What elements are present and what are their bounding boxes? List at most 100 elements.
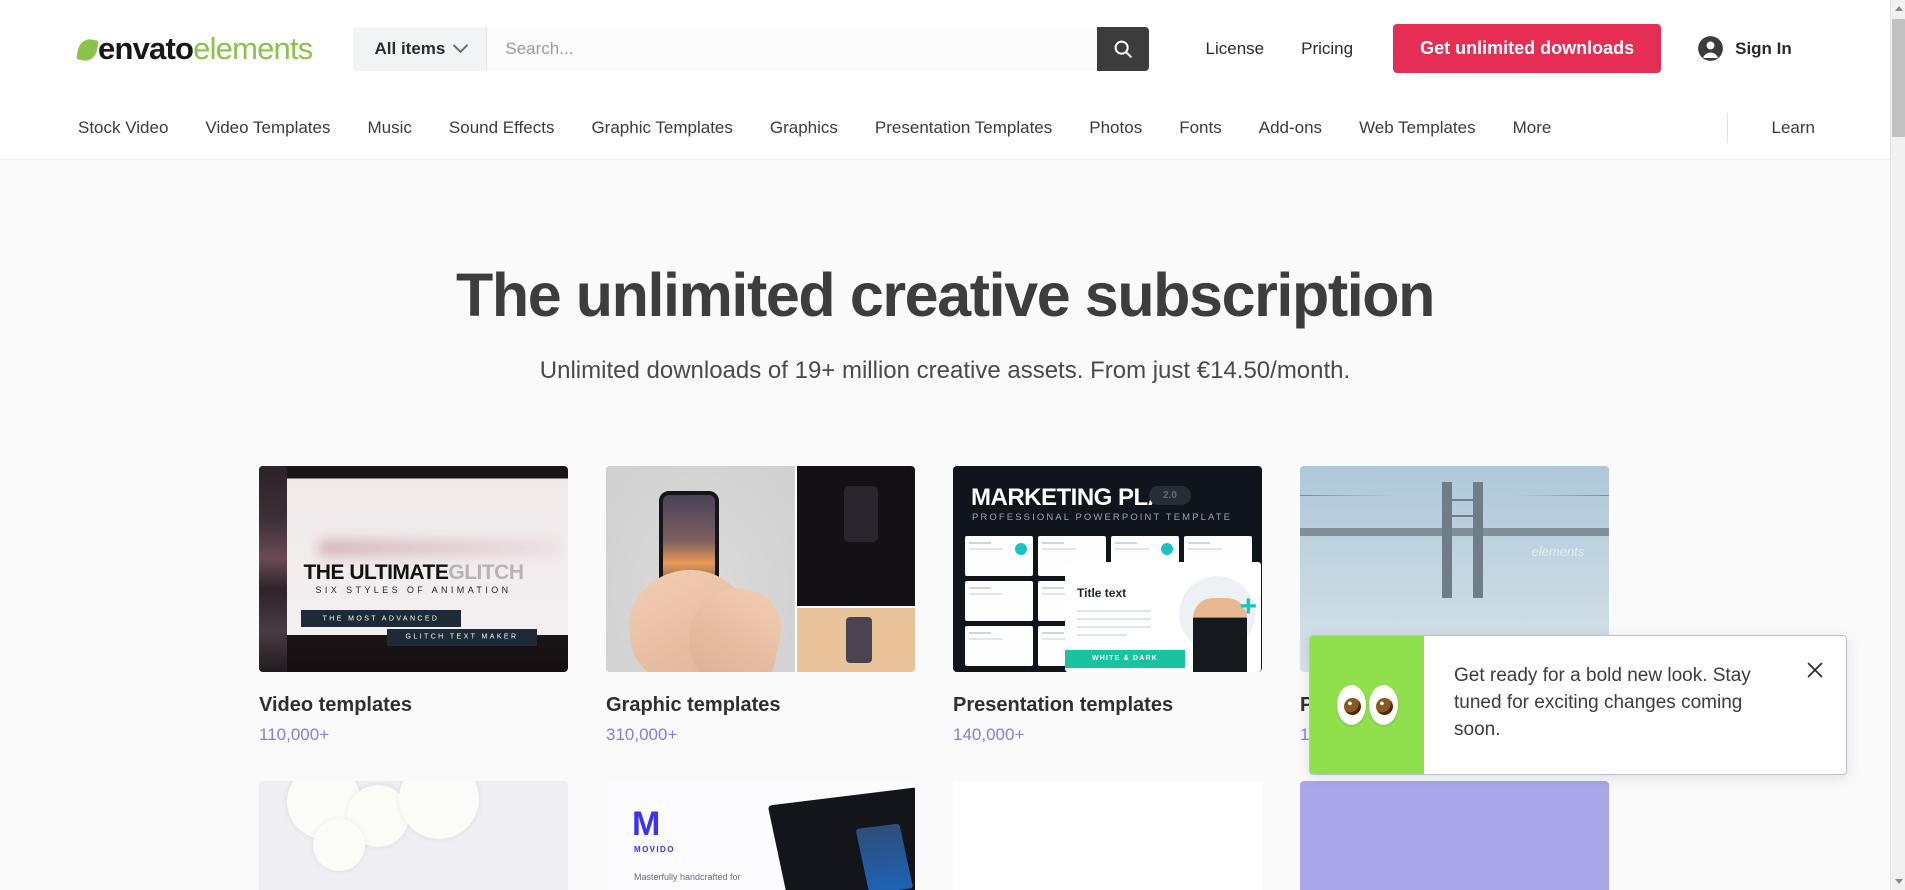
thumbnail-tag-1-text: THE MOST ADVANCED	[322, 615, 440, 623]
nav-item-web-templates[interactable]: Web Templates	[1359, 118, 1476, 138]
card-count: 310,000+	[606, 725, 678, 744]
category-card-row2-4[interactable]	[1300, 781, 1609, 890]
chevron-down-icon	[453, 37, 469, 54]
nav-item-more[interactable]: More	[1513, 118, 1552, 138]
category-card-row2-2[interactable]: M MOVIDO Masterfully handcrafted for not…	[606, 781, 915, 890]
header-link-license[interactable]: License	[1206, 39, 1265, 59]
nav-item-sound-effects[interactable]: Sound Effects	[449, 118, 555, 138]
plus-icon: +	[1239, 590, 1257, 623]
slide-dot	[1161, 543, 1173, 555]
category-nav: Stock Video Video Templates Music Sound …	[0, 97, 1890, 160]
movido-logo: M	[632, 805, 661, 843]
thumbnail-tag-2: GLITCH TEXT MAKER	[387, 628, 537, 646]
flower	[313, 819, 365, 871]
announcement-popup: Get ready for a bold new look. Stay tune…	[1309, 635, 1847, 775]
category-card-presentation-templates[interactable]: MARKETING PLAN PROFESSIONAL POWERPOINT T…	[953, 466, 1262, 745]
site-header: envato elements All items License Pricin…	[0, 0, 1890, 97]
nav-item-graphic-templates[interactable]: Graphic Templates	[591, 118, 732, 138]
hero-subtitle: Unlimited downloads of 19+ million creat…	[539, 357, 1351, 384]
nav-item-list: Stock Video Video Templates Music Sound …	[78, 118, 1588, 138]
thumbnail-tag-2-text: GLITCH TEXT MAKER	[405, 633, 519, 641]
category-card-row2-3[interactable]	[953, 781, 1262, 890]
card-title: Video templates	[259, 694, 413, 716]
thumbnail-subtitle: PROFESSIONAL POWERPOINT TEMPLATE	[972, 512, 1233, 523]
card-count: 140,000+	[953, 725, 1025, 744]
leaf-icon	[76, 37, 99, 62]
envato-elements-logo[interactable]: envato elements	[76, 29, 313, 69]
search-bar: All items	[352, 26, 1149, 71]
slide-thumb	[965, 626, 1033, 666]
card-count: 110,000+	[259, 725, 330, 744]
slide-dot	[1015, 543, 1027, 555]
nav-item-music[interactable]: Music	[368, 118, 412, 138]
category-card-row2-1[interactable]: Custom	[259, 781, 568, 890]
blur-streak	[319, 540, 561, 557]
nav-item-graphics[interactable]: Graphics	[770, 118, 838, 138]
slide-thumb	[965, 581, 1033, 621]
search-button[interactable]	[1096, 26, 1149, 71]
search-category-dropdown[interactable]: All items	[352, 26, 488, 71]
page-scrollbar[interactable]	[1890, 0, 1905, 890]
category-card-video-templates[interactable]: THE ULTIMATEGLITCH SIX STYLES OF ANIMATI…	[259, 466, 568, 745]
movido-tagline-line2: nothing less than awesomeness.	[634, 886, 765, 890]
suspension-cable	[1300, 494, 1609, 496]
overlay-line	[1077, 626, 1151, 628]
featured-slide-overlay: Title text + WHITE & DARK	[1065, 562, 1261, 672]
scrollbar-down-button[interactable]	[1891, 873, 1905, 890]
audio-waveform-thumbnail	[1300, 781, 1609, 890]
search-input[interactable]	[487, 26, 1097, 71]
sign-in-label: Sign In	[1735, 38, 1792, 58]
film-strip	[259, 466, 287, 672]
overlay-line	[1077, 634, 1127, 636]
glitch-video-thumbnail: THE ULTIMATEGLITCH SIX STYLES OF ANIMATI…	[259, 466, 568, 672]
popup-close-button[interactable]	[1802, 657, 1828, 683]
nav-item-add-ons[interactable]: Add-ons	[1259, 118, 1322, 138]
overlay-title: Title text	[1077, 586, 1127, 600]
card-title: Presentation templates	[953, 694, 1174, 716]
phone-mini-dark	[843, 485, 878, 542]
overlay-line	[1077, 618, 1151, 620]
movido-web-thumbnail: M MOVIDO Masterfully handcrafted for not…	[606, 781, 915, 890]
bridge-deck	[1300, 527, 1609, 536]
hero-section: The unlimited creative subscription Unli…	[0, 160, 1890, 385]
iphone-mockup-thumbnail	[606, 466, 915, 672]
slide-thumb	[965, 536, 1033, 576]
eyes-emoji	[1368, 685, 1398, 725]
nav-item-fonts[interactable]: Fonts	[1179, 118, 1222, 138]
chevron-down-icon	[1894, 879, 1903, 884]
overlay-line	[1077, 610, 1151, 612]
goldfish-photo-thumbnail	[953, 781, 1262, 890]
header-link-pricing[interactable]: Pricing	[1301, 39, 1353, 59]
laptop-mockup	[767, 787, 915, 890]
mockup-bottom-right-panel	[794, 606, 915, 672]
phone-mini-light	[846, 617, 873, 664]
movido-tagline-line1: Masterfully handcrafted for	[634, 872, 741, 882]
mockup-left-panel	[606, 466, 795, 672]
nav-item-presentation-templates[interactable]: Presentation Templates	[875, 118, 1052, 138]
nav-item-photos[interactable]: Photos	[1089, 118, 1142, 138]
page-root: envato elements All items License Pricin…	[0, 0, 1905, 890]
sign-in-button[interactable]: Sign In	[1697, 35, 1792, 62]
close-icon	[1807, 662, 1823, 678]
get-unlimited-downloads-button[interactable]: Get unlimited downloads	[1393, 24, 1662, 73]
thumbnail-subline: SIX STYLES OF ANIMATION	[315, 585, 512, 596]
scrollbar-up-button[interactable]	[1891, 0, 1905, 17]
page-title: The unlimited creative subscription	[455, 261, 1435, 329]
chevron-up-icon	[1894, 6, 1903, 11]
category-card-graphic-templates[interactable]: Graphic templates 310,000+	[606, 466, 915, 745]
mockup-top-right-panel	[794, 466, 915, 607]
search-category-label: All items	[374, 38, 446, 58]
search-icon	[1114, 40, 1132, 58]
flower	[399, 781, 479, 839]
popup-message: Get ready for a bold new look. Stay tune…	[1454, 665, 1751, 740]
popup-body: Get ready for a bold new look. Stay tune…	[1424, 636, 1846, 774]
nav-item-video-templates[interactable]: Video Templates	[205, 118, 330, 138]
user-circle-icon	[1698, 36, 1723, 61]
scrollbar-thumb[interactable]	[1892, 19, 1905, 137]
eyes-emoji	[1336, 685, 1366, 725]
thumbnail-headline-a: THE ULTIMATE	[303, 560, 449, 584]
nav-item-stock-video[interactable]: Stock Video	[78, 118, 168, 138]
movido-name: MOVIDO	[634, 845, 675, 854]
logo-brand-text: envato	[98, 31, 194, 66]
nav-item-learn[interactable]: Learn	[1772, 118, 1815, 138]
